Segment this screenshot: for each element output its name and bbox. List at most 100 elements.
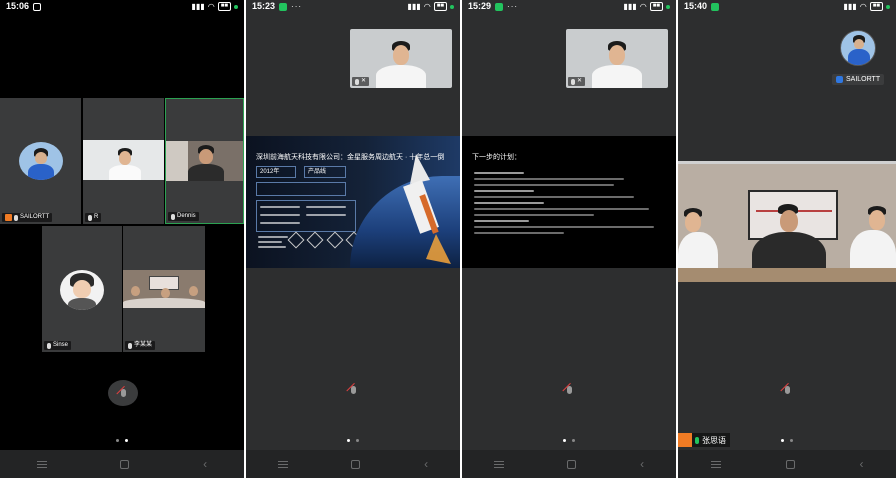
user-icon <box>836 76 843 83</box>
page-indicator <box>0 439 244 442</box>
mic-off-icon <box>120 389 126 397</box>
phone-screen-4: 15:40 ▮▮▮ ◠ ■■ SAILORTT 张思语 ‹ <box>678 0 896 478</box>
back-icon[interactable]: ‹ <box>640 457 644 471</box>
host-icon <box>5 214 12 221</box>
signal-icon: ▮▮▮ <box>843 2 857 11</box>
mic-icon <box>355 78 359 85</box>
active-speaker-avatar[interactable] <box>840 30 876 66</box>
signal-icon: ▮▮▮ <box>623 2 637 11</box>
local-user-tag: 张思语 <box>678 433 730 447</box>
mute-toggle-button[interactable] <box>108 380 138 406</box>
back-icon[interactable]: ‹ <box>424 457 428 471</box>
menu-icon[interactable] <box>493 460 504 468</box>
mic-icon <box>47 342 51 349</box>
slide-stat-box: 2012年 <box>256 166 296 178</box>
recording-dot-icon <box>666 4 670 9</box>
avatar <box>19 142 63 180</box>
shared-screen-slide: 深圳前海航天科技有限公司：金星服务周边航天 · 十年总一倒 2012年 产品线 <box>246 136 460 268</box>
status-bar: 15:29 ··· ▮▮▮ ◠ ■■ <box>462 0 676 13</box>
menu-icon[interactable] <box>710 460 721 468</box>
menu-icon[interactable] <box>36 460 47 468</box>
back-icon[interactable]: ‹ <box>860 457 864 471</box>
participant-tile-sailortt[interactable]: SAILORTT <box>0 98 81 224</box>
main-video-feed <box>678 164 896 282</box>
self-video-thumbnail[interactable]: ✕ <box>566 29 668 88</box>
name-tag: R <box>85 213 102 222</box>
page-indicator <box>462 439 676 442</box>
wifi-icon: ◠ <box>639 2 647 11</box>
status-time: 15:40 <box>684 1 708 11</box>
status-icons: ▮▮▮ ◠ ■■ <box>408 0 454 13</box>
participant-tile-li[interactable]: 李某某 <box>123 226 205 352</box>
phone-screen-1: 15:06 ▮▮▮ ◠ ■■ SAILORTT R Dennis Sinse 李… <box>0 0 244 478</box>
rocket-image <box>403 154 451 264</box>
active-speaker-tag: SAILORTT <box>832 74 885 85</box>
menu-icon[interactable] <box>277 460 288 468</box>
home-icon[interactable] <box>785 459 795 469</box>
wifi-icon: ◠ <box>207 2 215 11</box>
mic-icon <box>88 214 92 221</box>
participant-tile-r[interactable]: R <box>83 98 164 224</box>
mic-icon <box>571 78 575 85</box>
battery-icon: ■■ <box>869 2 883 11</box>
recording-dot-icon <box>450 4 454 9</box>
status-time: 15:06 <box>6 1 30 11</box>
status-icons: ▮▮▮ ◠ ■■ <box>624 0 670 13</box>
more-notifications-icon: ··· <box>507 2 519 11</box>
mute-toggle-button[interactable] <box>346 383 360 397</box>
home-icon[interactable] <box>120 459 130 469</box>
mic-icon <box>14 214 18 221</box>
mute-toggle-button[interactable] <box>780 383 794 397</box>
slide-stat-box: 产品线 <box>304 166 346 178</box>
slide-title: 下一步的计划： <box>472 154 521 161</box>
home-icon[interactable] <box>351 459 361 469</box>
slide-bullet-list <box>474 172 666 234</box>
phone-screen-2: 15:23 ··· ▮▮▮ ◠ ■■ ✕ 深圳前海航天科技有限公司：金星服务周边… <box>246 0 460 478</box>
signal-icon: ▮▮▮ <box>407 2 421 11</box>
status-time: 15:29 <box>468 1 492 11</box>
name-tag: 李某某 <box>125 341 156 350</box>
home-icon[interactable] <box>567 459 577 469</box>
mic-tag: ✕ <box>568 77 586 86</box>
battery-icon: ■■ <box>433 2 447 11</box>
shared-screen-slide: 下一步的计划： <box>462 136 676 268</box>
status-bar: 15:40 ▮▮▮ ◠ ■■ <box>678 0 896 13</box>
page-indicator <box>246 439 460 442</box>
video-feed <box>166 141 243 181</box>
system-nav-bar: ‹ <box>246 450 460 478</box>
wechat-icon <box>711 2 720 11</box>
mic-icon <box>171 213 175 220</box>
participant-tile-sinse[interactable]: Sinse <box>42 226 122 352</box>
more-notifications-icon: ··· <box>291 2 303 11</box>
wechat-icon <box>279 2 288 11</box>
self-video-thumbnail[interactable]: ✕ <box>350 29 452 88</box>
wifi-icon: ◠ <box>859 2 867 11</box>
status-icons: ▮▮▮ ◠ ■■ <box>844 0 890 13</box>
name-tag: SAILORTT <box>2 213 53 222</box>
mic-icon <box>695 436 699 444</box>
status-icons: ▮▮▮ ◠ ■■ <box>192 0 238 13</box>
system-nav-bar: ‹ <box>462 450 676 478</box>
mic-off-icon <box>566 386 572 394</box>
mute-toggle-button[interactable] <box>562 383 576 397</box>
recording-dot-icon <box>234 4 238 9</box>
name-tag: Dennis <box>168 212 199 221</box>
signal-icon: ▮▮▮ <box>191 2 205 11</box>
notification-icon <box>33 2 42 11</box>
slide-icon-row <box>287 231 363 250</box>
status-bar: 15:23 ··· ▮▮▮ ◠ ■■ <box>246 0 460 13</box>
status-bar: 15:06 ▮▮▮ ◠ ■■ <box>0 0 244 13</box>
wifi-icon: ◠ <box>423 2 431 11</box>
system-nav-bar: ‹ <box>0 450 244 478</box>
participant-tile-dennis[interactable]: Dennis <box>165 98 244 224</box>
name-tag: Sinse <box>44 341 72 350</box>
system-nav-bar: ‹ <box>678 450 896 478</box>
wechat-icon <box>495 2 504 11</box>
avatar <box>60 270 104 310</box>
status-time: 15:23 <box>252 1 276 11</box>
mic-tag: ✕ <box>352 77 370 86</box>
back-icon[interactable]: ‹ <box>203 457 207 471</box>
mic-off-icon <box>350 386 356 394</box>
battery-icon: ■■ <box>217 2 231 11</box>
video-feed <box>83 140 164 180</box>
